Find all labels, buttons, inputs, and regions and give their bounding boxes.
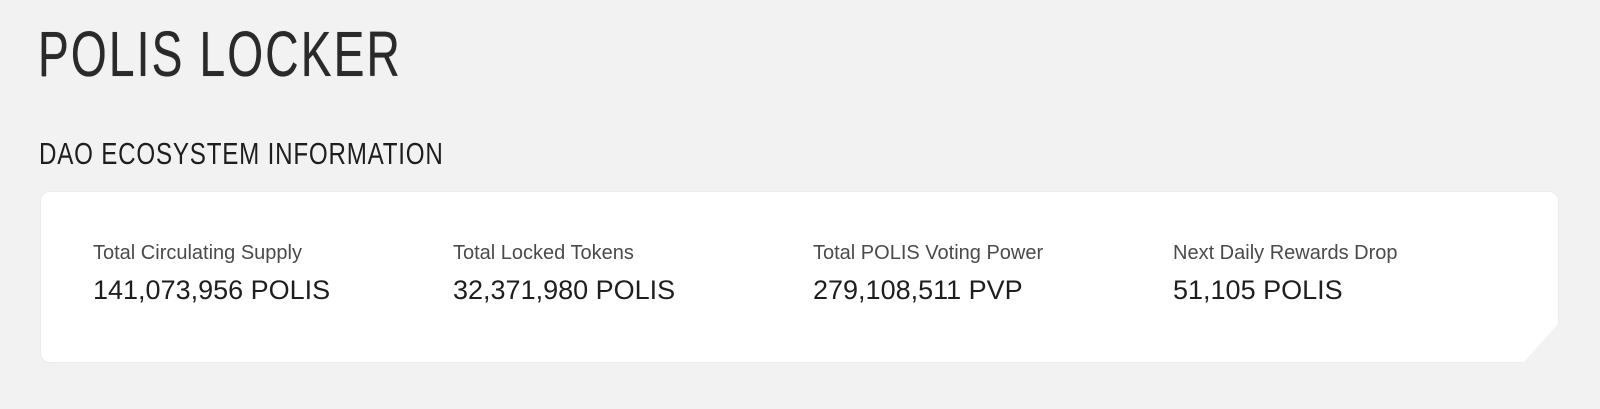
stat-daily-rewards: Next Daily Rewards Drop 51,105 POLIS — [1173, 240, 1398, 306]
section-title: DAO ECOSYSTEM INFORMATION — [39, 136, 444, 171]
stat-value: 51,105 POLIS — [1173, 275, 1343, 305]
stat-label: Next Daily Rewards Drop — [1173, 242, 1398, 264]
stat-label: Total POLIS Voting Power — [813, 242, 1044, 264]
page-title: POLIS LOCKER — [38, 18, 402, 90]
stat-label: Total Locked Tokens — [453, 242, 634, 264]
stat-locked-tokens: Total Locked Tokens 32,371,980 POLIS — [453, 240, 675, 306]
stat-voting-power: Total POLIS Voting Power 279,108,511 PVP — [813, 240, 1043, 306]
stat-label: Total Circulating Supply — [93, 242, 302, 264]
stat-value: 279,108,511 PVP — [813, 275, 1023, 305]
stat-value: 141,073,956 POLIS — [93, 275, 331, 305]
dao-ecosystem-info-card: Total Circulating Supply 141,073,956 POL… — [40, 191, 1559, 363]
stat-value: 32,371,980 POLIS — [453, 275, 676, 305]
stat-circulating-supply: Total Circulating Supply 141,073,956 POL… — [93, 240, 330, 306]
